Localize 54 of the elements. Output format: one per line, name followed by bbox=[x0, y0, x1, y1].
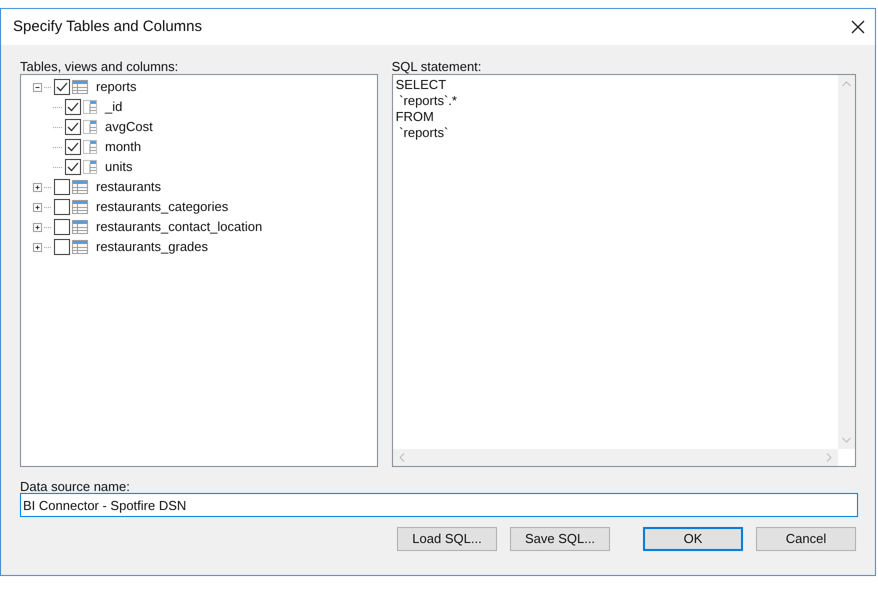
tree-label: Tables, views and columns: bbox=[20, 58, 180, 74]
table-icon bbox=[72, 240, 88, 254]
checkbox[interactable] bbox=[65, 139, 81, 155]
tree-line bbox=[44, 86, 52, 88]
tree-line bbox=[44, 246, 52, 248]
expand-icon[interactable] bbox=[33, 182, 42, 192]
tree-line bbox=[44, 186, 52, 188]
tree-line bbox=[53, 146, 63, 148]
checkbox[interactable] bbox=[65, 99, 81, 115]
checkbox[interactable] bbox=[54, 219, 70, 235]
table-icon bbox=[83, 140, 97, 154]
checkbox[interactable] bbox=[65, 159, 81, 175]
tree-item[interactable]: restaurants bbox=[96, 177, 162, 197]
expand-icon[interactable] bbox=[33, 202, 42, 212]
window-title: Specify Tables and Columns bbox=[13, 16, 202, 37]
tree-item[interactable]: month bbox=[105, 137, 142, 157]
collapse-icon[interactable] bbox=[33, 82, 42, 92]
checkbox[interactable] bbox=[54, 239, 70, 255]
dialog-button[interactable]: Load SQL... bbox=[397, 527, 497, 551]
table-icon bbox=[72, 220, 88, 234]
table-icon bbox=[72, 80, 88, 94]
tree-line bbox=[53, 166, 63, 168]
table-icon bbox=[72, 200, 88, 214]
checkbox[interactable] bbox=[54, 179, 70, 195]
tree-view[interactable]: reports _id avgCost month units restaurants restaurants_categories restaurants_contact_location restaurants_grades bbox=[20, 74, 378, 467]
checkbox[interactable] bbox=[54, 199, 70, 215]
dialog-button[interactable]: OK bbox=[643, 527, 743, 551]
expand-icon[interactable] bbox=[33, 222, 42, 232]
tree-item[interactable]: restaurants_contact_location bbox=[96, 217, 262, 237]
close-icon[interactable] bbox=[851, 20, 865, 34]
sql-text-area[interactable]: SELECT `reports`.* FROM `reports` bbox=[392, 74, 856, 467]
table-icon bbox=[72, 180, 88, 194]
table-icon bbox=[83, 100, 97, 114]
dialog-button[interactable]: Save SQL... bbox=[510, 527, 610, 551]
sql-text: SELECT `reports`.* FROM `reports` bbox=[394, 76, 458, 142]
tree-item[interactable]: restaurants_categories bbox=[96, 197, 228, 217]
expand-icon[interactable] bbox=[33, 242, 42, 252]
tree-line bbox=[53, 126, 63, 128]
tree-item[interactable]: reports bbox=[96, 77, 136, 97]
dialog-button[interactable]: Cancel bbox=[756, 527, 856, 551]
data-source-field[interactable]: BI Connector - Spotfire DSN bbox=[20, 493, 858, 517]
checkbox[interactable] bbox=[54, 79, 70, 95]
tree-line bbox=[44, 226, 52, 228]
tree-item[interactable]: avgCost bbox=[105, 117, 153, 137]
tree-item[interactable]: units bbox=[105, 157, 132, 177]
table-icon bbox=[83, 120, 97, 134]
tree-item[interactable]: restaurants_grades bbox=[96, 237, 208, 257]
tree-line bbox=[53, 106, 63, 108]
table-icon bbox=[83, 160, 97, 174]
sql-label: SQL statement: bbox=[392, 58, 482, 74]
tree-line bbox=[44, 206, 52, 208]
field-label: Data source name: bbox=[20, 478, 131, 493]
tree-item[interactable]: _id bbox=[105, 97, 122, 117]
checkbox[interactable] bbox=[65, 119, 81, 135]
